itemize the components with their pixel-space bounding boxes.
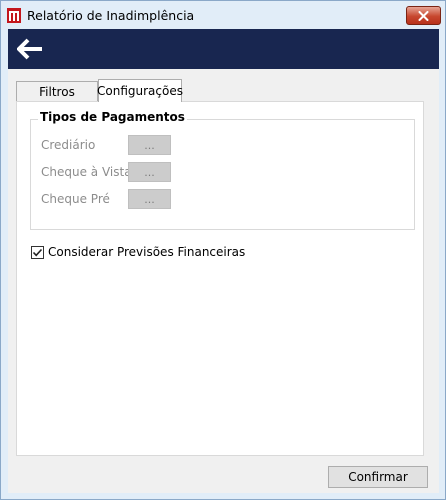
cheque-a-vista-label: Cheque à Vista — [41, 165, 132, 179]
forecast-option[interactable]: Considerar Previsões Financeiras — [31, 245, 245, 259]
back-button[interactable] — [16, 37, 44, 61]
crediario-label: Crediário — [41, 138, 96, 152]
report-window: Relatório de Inadimplência Filtros Confi… — [0, 0, 446, 500]
window-title: Relatório de Inadimplência — [27, 8, 195, 23]
tab-configuracoes[interactable]: Configurações — [97, 79, 183, 102]
crediario-select-button[interactable]: ... — [128, 135, 171, 155]
payment-types-title: Tipos de Pagamentos — [38, 110, 187, 124]
arrow-left-icon — [17, 38, 42, 60]
confirm-button[interactable]: Confirmar — [328, 466, 428, 488]
tab-page-configuracoes: Tipos de Pagamentos Crediário ... Cheque… — [16, 101, 424, 456]
cheque-a-vista-select-button[interactable]: ... — [128, 162, 171, 182]
cheque-pre-select-button[interactable]: ... — [128, 189, 171, 209]
close-button[interactable] — [406, 6, 441, 25]
forecast-checkbox[interactable] — [31, 245, 44, 259]
app-logo-icon — [7, 8, 21, 23]
cheque-pre-label: Cheque Pré — [41, 192, 110, 206]
title-bar[interactable]: Relatório de Inadimplência — [1, 1, 445, 29]
navigation-bar — [8, 29, 439, 69]
forecast-label: Considerar Previsões Financeiras — [48, 245, 246, 259]
payment-types-group: Tipos de Pagamentos Crediário ... Cheque… — [30, 110, 415, 230]
close-icon — [418, 10, 429, 21]
checkmark-icon — [32, 248, 43, 256]
tab-filtros[interactable]: Filtros — [16, 81, 98, 101]
client-area: Filtros Configurações Tipos de Pagamento… — [8, 69, 439, 493]
